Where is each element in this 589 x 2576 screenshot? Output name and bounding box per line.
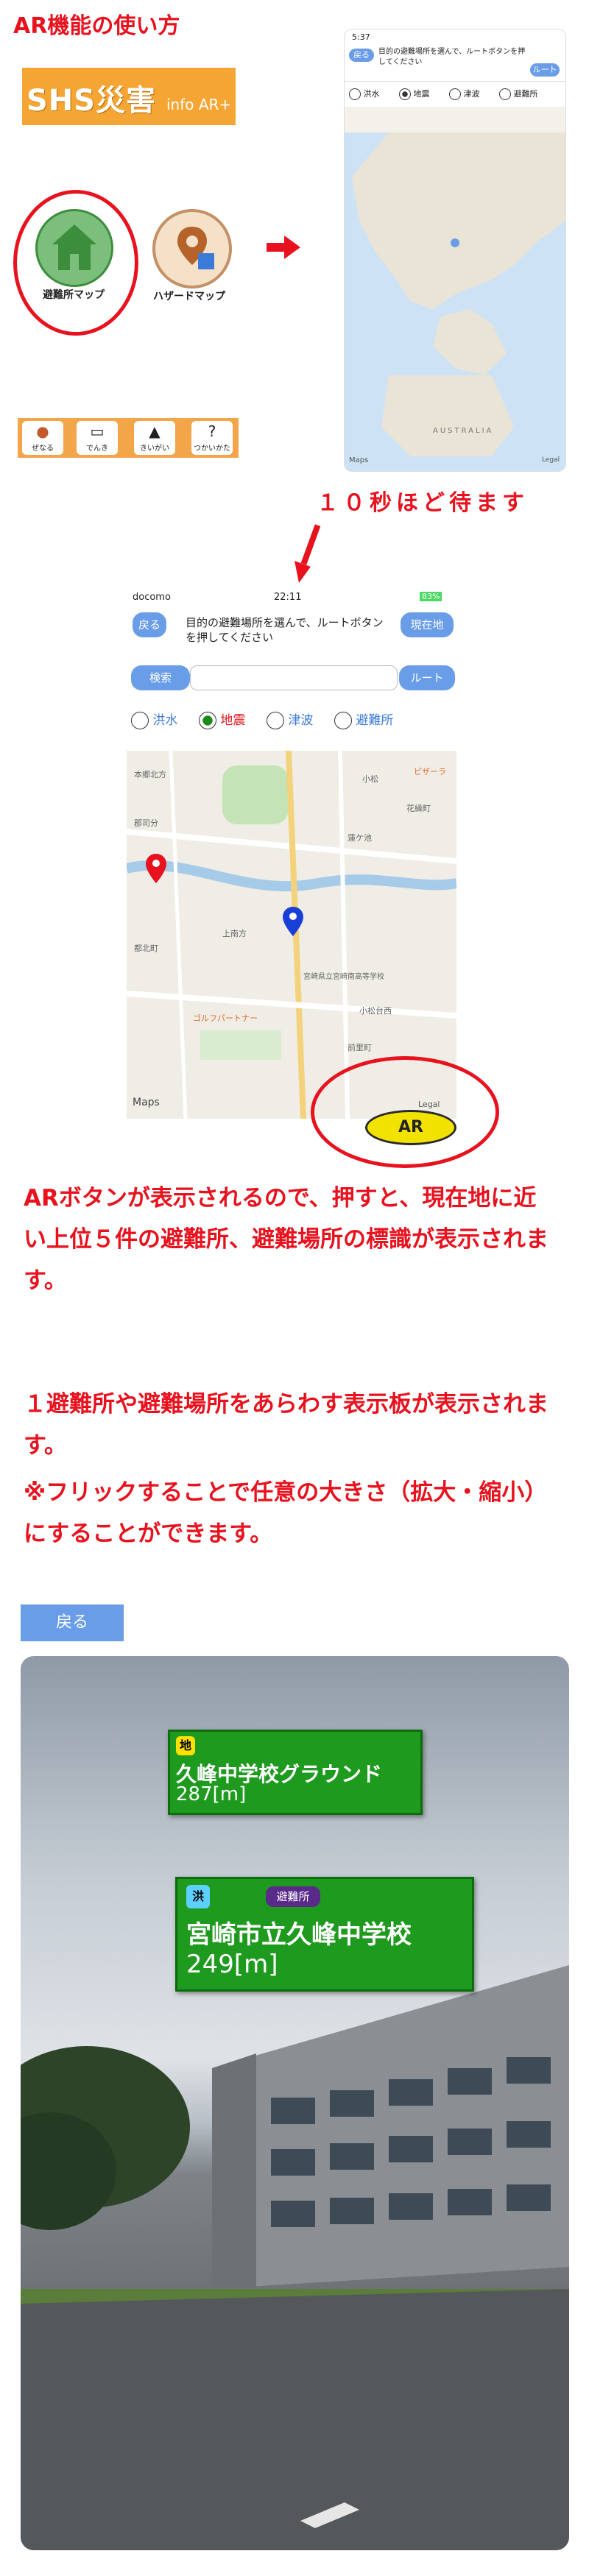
app-logo: SHS災害 info AR+ xyxy=(22,68,236,130)
phone-screenshot-local-map: docomo 22:11 83% 戻る 目的の避難場所を選んで、ルートボタンを押… xyxy=(127,589,456,1119)
instruction-text: 目的の避難場所を選んで、ルートボタンを押してください xyxy=(378,48,526,66)
map-place: 上南方 xyxy=(222,929,247,938)
map-place: ゴルフパートナー xyxy=(193,1013,258,1023)
map-place: ピザーラ xyxy=(414,767,446,776)
search-input[interactable] xyxy=(190,665,398,690)
tab-howto[interactable]: ? つかいかた xyxy=(191,421,233,455)
page-title: AR機能の使い方 xyxy=(13,13,180,39)
logo-main-text: SHS災害 xyxy=(27,84,157,118)
top-bar: 戻る 目的の避難場所を選んで、ルートボタンを押してください ルート xyxy=(345,46,565,82)
radio-earthquake[interactable]: 地震 xyxy=(199,710,245,729)
radio-label: 洪水 xyxy=(363,89,380,99)
disaster-type-radios: 洪水 地震 津波 避難所 xyxy=(131,707,455,733)
status-time: 22:11 xyxy=(274,592,302,603)
tab-electric[interactable]: ▭ でんき xyxy=(77,421,118,455)
route-button[interactable]: ルート xyxy=(399,665,455,690)
back-button[interactable]: 戻る xyxy=(21,1604,124,1641)
warning-icon: ▲ xyxy=(149,422,161,440)
hazard-map-app[interactable]: ハザードマップ xyxy=(141,206,237,309)
tab-disaster[interactable]: ▲ きいがい xyxy=(134,421,175,455)
world-map[interactable]: AUSTRALIA Maps Legal xyxy=(345,132,565,471)
route-button[interactable]: ルート xyxy=(530,63,560,77)
sign-distance: 287[m] xyxy=(176,1783,247,1805)
map-place: 郡司分 xyxy=(134,818,158,828)
logo-sub-text: info AR+ xyxy=(166,96,232,113)
hazard-map-label: ハザードマップ xyxy=(153,291,225,302)
current-location-button[interactable]: 現在地 xyxy=(401,612,454,637)
blue-pin-icon[interactable] xyxy=(283,907,303,939)
red-pin-icon[interactable] xyxy=(146,854,166,886)
map-place: 蓮ケ池 xyxy=(348,833,372,843)
radio-label: 洪水 xyxy=(152,713,178,728)
radio-label: 津波 xyxy=(288,713,314,728)
status-bar: docomo 22:11 83% xyxy=(127,589,456,608)
house-icon xyxy=(35,209,113,287)
radio-label: 避難所 xyxy=(513,89,538,99)
map-pin-icon xyxy=(152,209,232,289)
map-place: 宮崎県立宮崎南高等学校 xyxy=(303,973,384,981)
ar-explanation: ARボタンが表示されるので、押すと、現在地に近い上位５件の避難所、避難場所の標識… xyxy=(24,1185,549,1294)
bolt-icon: ▭ xyxy=(90,422,105,440)
back-button[interactable]: 戻る xyxy=(133,612,166,637)
search-button[interactable]: 検索 xyxy=(131,665,190,690)
tab-label: つかいかた xyxy=(194,445,230,453)
status-time: 5:37 xyxy=(352,32,370,42)
ar-sign-large[interactable]: 洪 避難所 宮崎市立久峰中学校 249[m] xyxy=(175,1877,474,1992)
shelter-map-label: 避難所マップ xyxy=(43,289,105,301)
phone-screenshot-map: 5:37 戻る 目的の避難場所を選んで、ルートボタンを押してください ルート 洪… xyxy=(345,29,565,471)
radio-label: 地震 xyxy=(220,713,246,728)
arrow-down-left-icon xyxy=(292,524,321,586)
sign-distance: 249[m] xyxy=(186,1950,278,1979)
tab-label: きいがい xyxy=(140,445,169,453)
radio-label: 地震 xyxy=(413,89,430,99)
radio-flood[interactable]: 洪水 xyxy=(349,88,380,100)
radio-label: 津波 xyxy=(463,89,480,99)
question-icon: ? xyxy=(208,422,216,440)
map-place: 前里町 xyxy=(348,1043,372,1052)
ar-sign-small[interactable]: 地 久峰中学校グラウンド 287[m] xyxy=(168,1730,423,1815)
hazard-type-badge: 地 xyxy=(176,1736,195,1755)
radio-earthquake[interactable]: 地震 xyxy=(399,88,430,100)
instruction-text: 目的の避難場所を選んで、ルートボタンを押してください xyxy=(186,616,384,644)
ar-camera-view[interactable]: 地 久峰中学校グラウンド 287[m] 洪 避難所 宮崎市立久峰中学校 249[… xyxy=(21,1656,569,2550)
continent-label: AUSTRALIA xyxy=(433,427,494,435)
carrier: docomo xyxy=(133,592,171,603)
map-place: 花繰町 xyxy=(406,804,431,813)
disaster-type-radios: 洪水 地震 津波 避難所 xyxy=(345,82,565,107)
shelter-badge: 避難所 xyxy=(266,1886,320,1907)
sign-name: 宮崎市立久峰中学校 xyxy=(186,1920,412,1950)
back-button[interactable]: 戻る xyxy=(349,49,374,62)
wait-instruction: １０秒ほど待ます xyxy=(317,490,529,516)
tab-bar: ● ぜなる ▭ でんき ▲ きいがい ? つかいかた xyxy=(18,418,239,458)
map-place: 小松台西 xyxy=(359,1006,392,1016)
radio-shelter[interactable]: 避難所 xyxy=(499,88,538,100)
hazard-type-badge: 洪 xyxy=(186,1885,210,1908)
flick-explanation: ※フリックすることで任意の大きさ（拡大・縮小）にすることができます。 xyxy=(24,1479,548,1547)
map-place: 小松 xyxy=(362,774,378,784)
maps-credit: Maps xyxy=(349,456,369,464)
radio-tsunami[interactable]: 津波 xyxy=(267,710,313,729)
tab-label: でんき xyxy=(86,445,108,453)
ar-button[interactable]: AR xyxy=(365,1110,456,1145)
sign-explanation: １避難所や避難場所をあらわす表示板が表示されます。 xyxy=(24,1391,549,1459)
maps-credit: Maps xyxy=(133,1097,160,1108)
radio-shelter[interactable]: 避難所 xyxy=(334,710,393,729)
radio-flood[interactable]: 洪水 xyxy=(131,710,177,729)
pin-icon: ● xyxy=(36,422,49,440)
radio-label: 避難所 xyxy=(356,713,394,728)
shelter-map-app[interactable]: 避難所マップ xyxy=(22,205,125,308)
status-bar: 5:37 xyxy=(345,29,565,46)
map-place: 都北町 xyxy=(134,944,158,953)
radio-tsunami[interactable]: 津波 xyxy=(449,88,480,100)
legal-link[interactable]: Legal xyxy=(542,456,560,464)
map-place: 本郷北方 xyxy=(134,770,166,779)
tab-shelter[interactable]: ● ぜなる xyxy=(22,421,63,455)
arrow-right-icon xyxy=(267,234,300,263)
battery-indicator: 83% xyxy=(420,592,442,601)
tab-label: ぜなる xyxy=(32,445,54,453)
